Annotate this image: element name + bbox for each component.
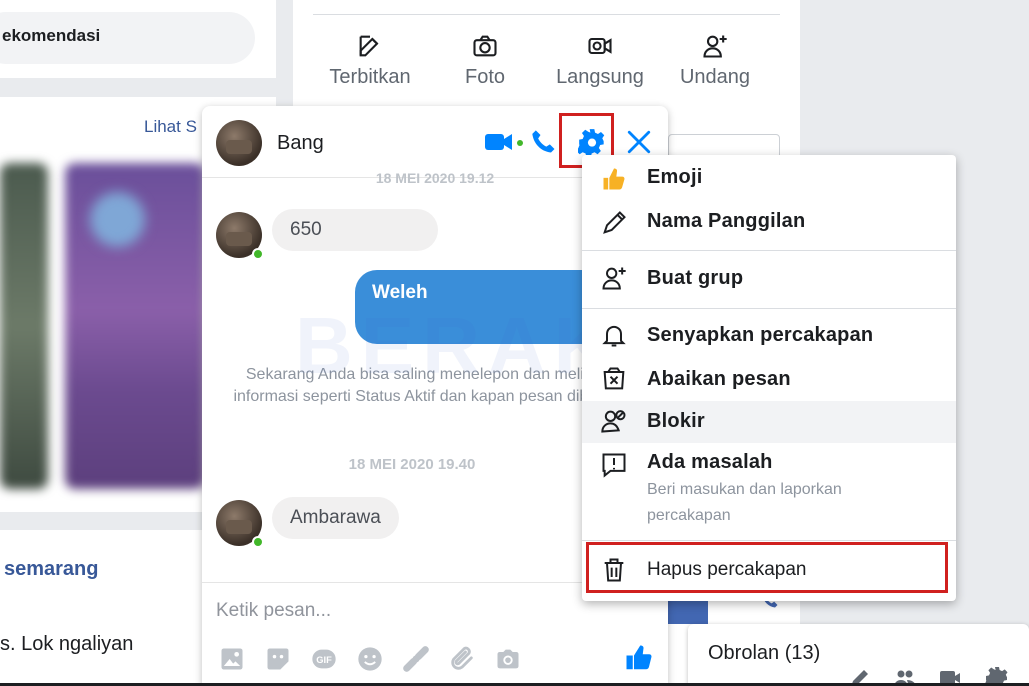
chat-contact-name[interactable]: Bang: [277, 132, 324, 155]
online-status-icon: [252, 536, 264, 548]
camera-icon: [430, 32, 540, 62]
svg-text:GIF: GIF: [316, 655, 332, 665]
message-input[interactable]: Ketik pesan...: [216, 600, 331, 622]
publish-button[interactable]: Terbitkan: [315, 32, 425, 89]
report-icon: [600, 451, 628, 479]
chat-sidebar-bar[interactable]: Obrolan (13): [688, 624, 1029, 686]
attachment-icon[interactable]: [448, 645, 476, 673]
ignore-icon: [600, 365, 628, 393]
block-user-icon: [600, 407, 628, 435]
menu-item-label: Ada masalah: [647, 451, 773, 473]
menu-item-label: Senyapkan percakapan: [647, 324, 874, 346]
menu-item-mute[interactable]: Senyapkan percakapan: [582, 309, 956, 357]
close-icon[interactable]: [626, 129, 652, 155]
emoji-icon[interactable]: [356, 645, 384, 673]
avatar[interactable]: [216, 120, 262, 166]
recommendation-pill[interactable]: ekomendasi: [0, 12, 255, 64]
avatar[interactable]: [216, 500, 264, 548]
gif-icon[interactable]: GIF: [310, 645, 338, 673]
online-dot-icon: [517, 140, 523, 146]
menu-item-block[interactable]: Blokir: [582, 401, 956, 443]
post-text: s. Lok ngaliyan: [0, 633, 134, 655]
menu-item-label: Buat grup: [647, 267, 744, 289]
delete-conversation-label: Hapus percakapan: [647, 559, 807, 580]
live-video-icon: [545, 32, 655, 62]
camera-icon[interactable]: [494, 645, 522, 673]
timestamp: 18 MEI 2020 19.40: [348, 456, 476, 473]
phone-call-icon[interactable]: [530, 126, 558, 158]
live-button[interactable]: Langsung: [545, 32, 655, 89]
message-bubble-in[interactable]: Ambarawa: [272, 497, 399, 539]
thumbs-up-icon: [600, 165, 628, 193]
menu-item-label: Blokir: [647, 410, 705, 432]
story-avatar: [90, 192, 145, 247]
add-user-icon: [660, 32, 770, 62]
video-call-icon[interactable]: [484, 126, 514, 158]
invite-button[interactable]: Undang: [660, 32, 770, 89]
online-status-icon: [252, 248, 264, 260]
chat-settings-menu: Emoji Nama Panggilan Buat grup Senyapkan…: [582, 155, 956, 601]
like-icon[interactable]: [624, 643, 654, 673]
avatar[interactable]: [216, 212, 264, 260]
chat-list-title[interactable]: Obrolan (13): [708, 642, 820, 665]
game-icon[interactable]: [402, 645, 430, 673]
recommendation-card: ekomendasi: [0, 0, 276, 78]
see-all-link[interactable]: Lihat S: [144, 117, 197, 137]
menu-item-ignore[interactable]: Abaikan pesan: [582, 357, 956, 401]
live-label: Langsung: [556, 66, 644, 88]
photo-button[interactable]: Foto: [430, 32, 540, 89]
menu-item-report[interactable]: Ada masalah Beri masukan dan laporkan pe…: [582, 443, 956, 535]
menu-item-emoji[interactable]: Emoji: [582, 155, 956, 201]
image-icon[interactable]: [218, 645, 246, 673]
edit-icon: [315, 32, 425, 62]
pencil-icon: [600, 209, 628, 237]
menu-item-description: Beri masukan dan laporkan percakapan: [647, 481, 842, 524]
photo-label: Foto: [464, 66, 506, 88]
message-bubble-in[interactable]: 650: [272, 209, 438, 251]
menu-item-label: Abaikan pesan: [647, 368, 791, 390]
menu-item-create-group[interactable]: Buat grup: [582, 251, 956, 307]
sticker-icon[interactable]: [264, 645, 292, 673]
bell-icon: [600, 321, 628, 349]
publish-label: Terbitkan: [329, 66, 411, 88]
gear-icon[interactable]: [576, 128, 606, 158]
menu-item-label: Nama Panggilan: [647, 210, 806, 232]
menu-item-label: Emoji: [647, 166, 703, 188]
divider: [313, 14, 780, 15]
post-title[interactable]: semarang: [4, 558, 99, 581]
add-user-icon: [600, 264, 628, 292]
story-thumbnail[interactable]: [0, 163, 48, 489]
menu-item-nickname[interactable]: Nama Panggilan: [582, 201, 956, 249]
invite-label: Undang: [679, 66, 751, 88]
